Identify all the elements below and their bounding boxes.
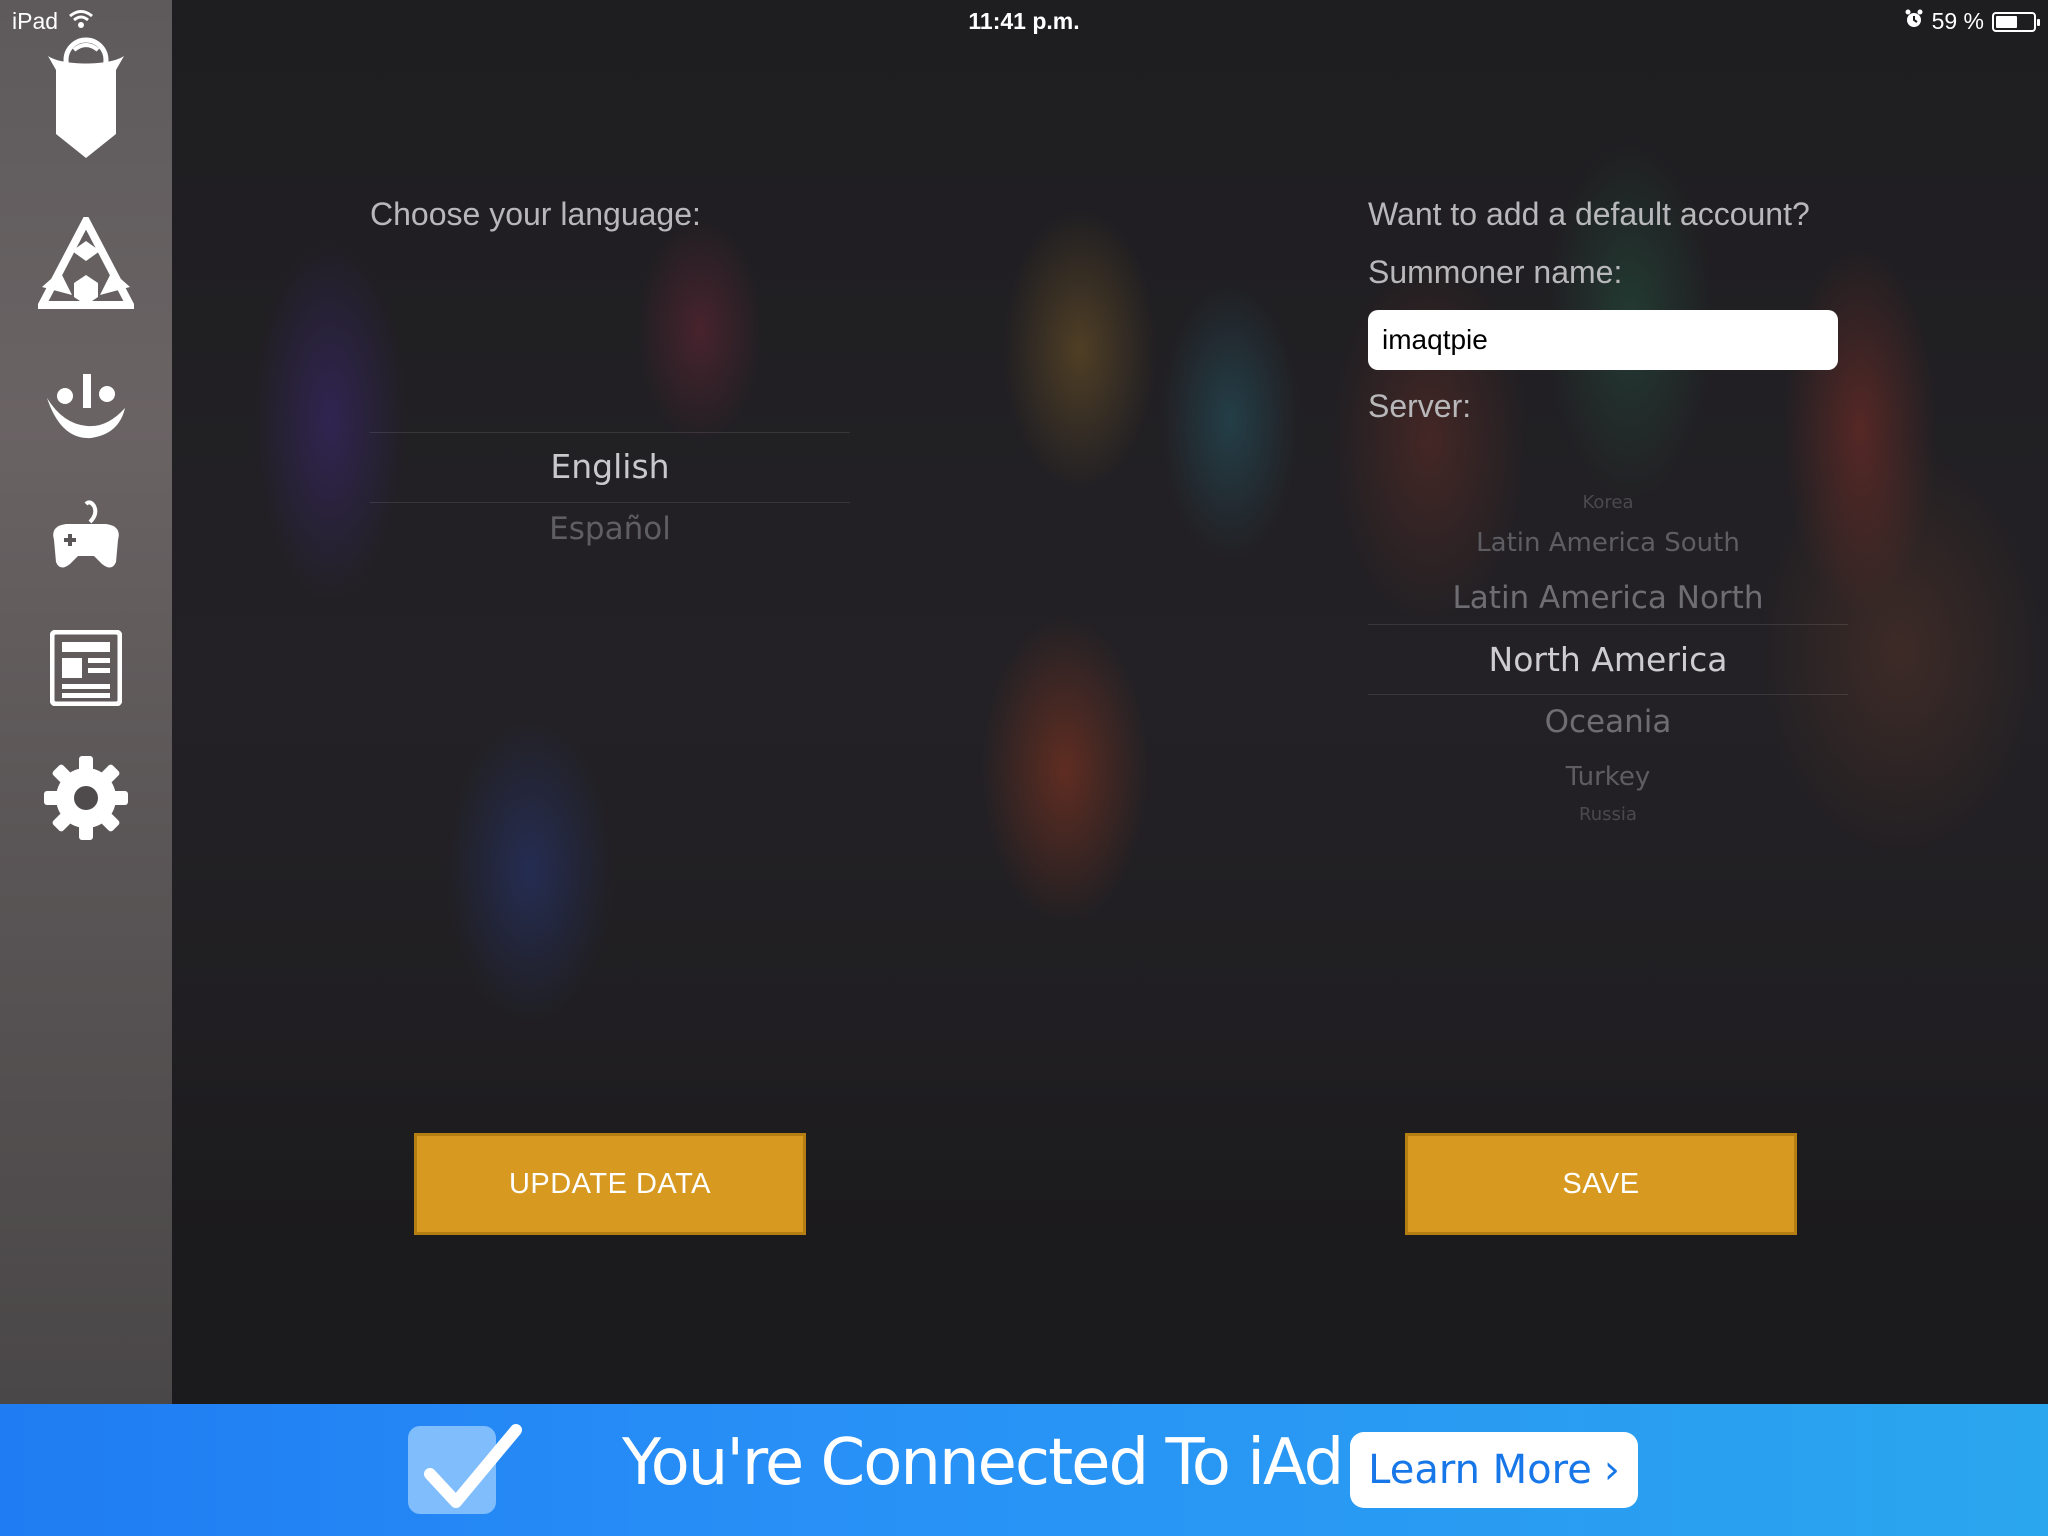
checkmark-icon: [408, 1424, 522, 1514]
server-option[interactable]: Russia: [1368, 804, 1848, 825]
news-icon[interactable]: [36, 618, 136, 718]
server-option-selected[interactable]: North America: [1368, 640, 1848, 679]
language-option[interactable]: English: [370, 447, 850, 486]
ad-banner[interactable]: You're Connected To iAd Learn More ›: [0, 1404, 2048, 1536]
server-option[interactable]: Turkey: [1368, 762, 1848, 792]
gear-icon[interactable]: [36, 748, 136, 848]
summoner-label: Summoner name:: [1368, 254, 1623, 290]
account-title: Want to add a default account?: [1368, 196, 1810, 232]
battery-percent: 59 %: [1931, 8, 1984, 34]
sidebar: [0, 0, 172, 1404]
items-icon[interactable]: [36, 215, 136, 315]
language-option[interactable]: Español: [370, 511, 850, 547]
status-time: 11:41 p.m.: [968, 8, 1080, 34]
status-bar: iPad 11:41 p.m. 59 %: [0, 0, 2048, 40]
learn-more-label: Learn More: [1368, 1447, 1592, 1493]
server-option[interactable]: Latin America North: [1368, 580, 1848, 616]
game-controller-icon[interactable]: [36, 488, 136, 588]
server-option[interactable]: Oceania: [1368, 704, 1848, 740]
update-data-button[interactable]: UPDATE DATA: [414, 1133, 806, 1235]
summoner-icon[interactable]: [36, 358, 136, 458]
server-option[interactable]: Korea: [1368, 492, 1848, 513]
server-option[interactable]: Latin America South: [1368, 528, 1848, 558]
server-label: Server:: [1368, 388, 1472, 424]
alarm-icon: [1904, 8, 1924, 35]
summoner-name-input[interactable]: [1368, 310, 1838, 370]
language-title: Choose your language:: [370, 196, 701, 232]
screen: iPad 11:41 p.m. 59 % Choose your languag…: [0, 0, 2048, 1536]
battery-icon: [1992, 11, 2040, 32]
learn-more-button[interactable]: Learn More ›: [1350, 1432, 1638, 1508]
chevron-right-icon: ›: [1603, 1447, 1620, 1493]
ad-text: You're Connected To iAd: [622, 1426, 1344, 1500]
champion-icon[interactable]: [36, 37, 136, 158]
save-button[interactable]: SAVE: [1405, 1133, 1797, 1235]
